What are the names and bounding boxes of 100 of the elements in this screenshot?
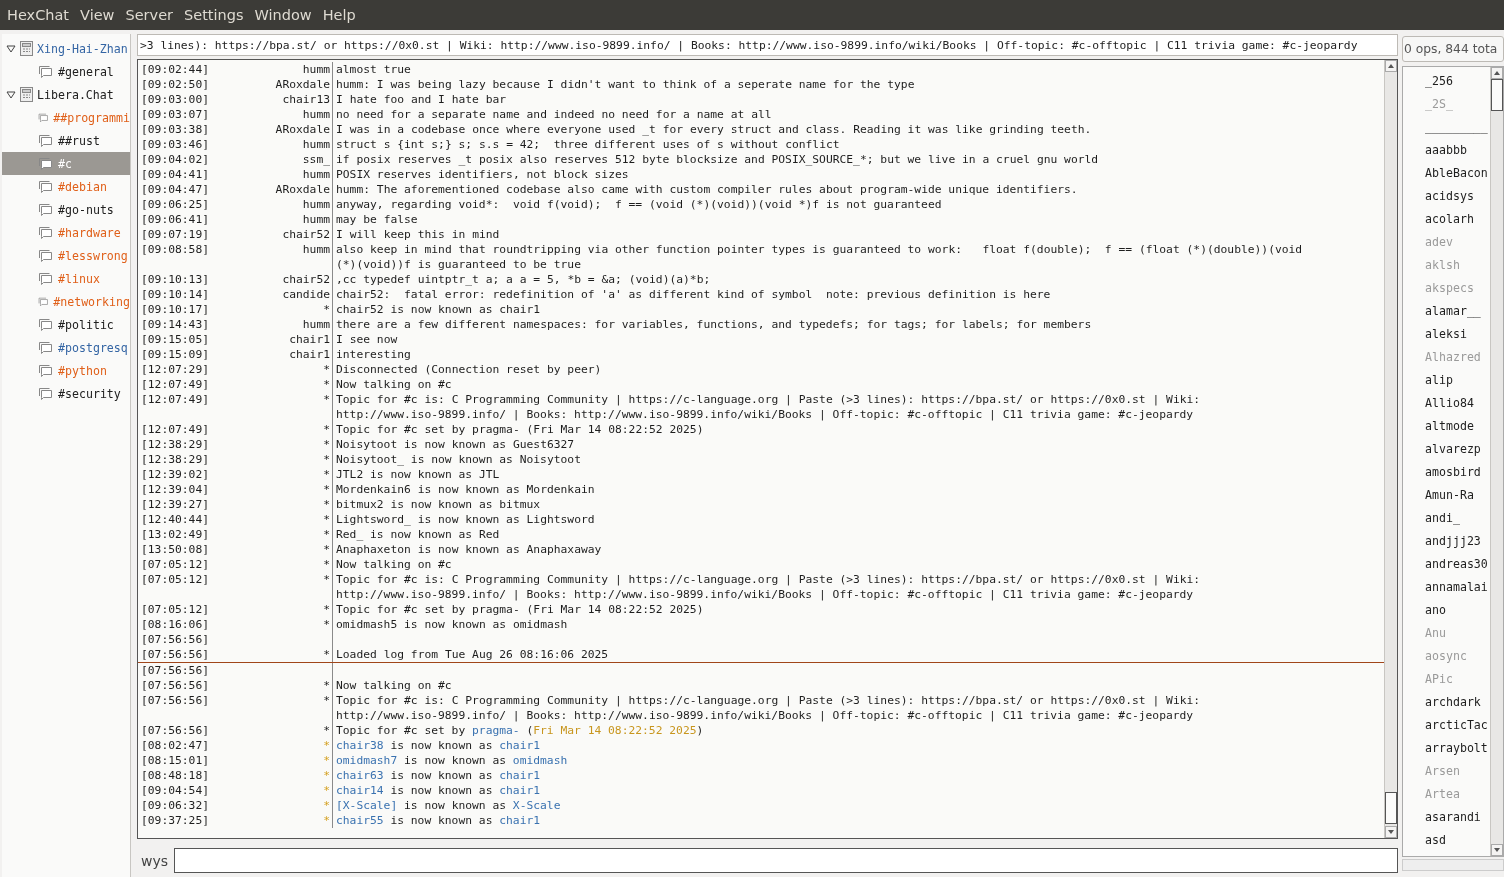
user-item[interactable]: arraybolt <box>1403 736 1490 759</box>
channel-item[interactable]: #hardware <box>2 221 130 244</box>
up-arrow-icon[interactable] <box>1388 64 1394 68</box>
user-item[interactable]: alip <box>1403 368 1490 391</box>
scrollbar[interactable] <box>1384 60 1397 838</box>
down-arrow-icon[interactable] <box>1494 848 1500 852</box>
scrollbar[interactable] <box>1490 67 1503 856</box>
scroll-thumb[interactable] <box>1491 79 1503 111</box>
user-item[interactable]: Amun-Ra <box>1403 483 1490 506</box>
user-item[interactable]: Allio84 <box>1403 391 1490 414</box>
timestamp: [07:56:56] <box>141 632 210 647</box>
message-text: chair38 is now known as chair1 <box>336 739 541 752</box>
channel-item[interactable]: #politic <box>2 313 130 336</box>
message-text: omidmash7 is now known as omidmash <box>336 754 568 767</box>
nick-text: humm <box>301 317 331 332</box>
timestamp: [09:06:25] <box>141 197 210 212</box>
user-item[interactable]: aaabbb <box>1403 138 1490 161</box>
tree-label: #python <box>58 363 107 378</box>
network-item[interactable]: Xing-Hai-Zhan <box>2 37 130 60</box>
timestamp: [09:04:47] <box>141 182 210 197</box>
user-item[interactable]: asarandi <box>1403 805 1490 828</box>
channel-item[interactable]: #lesswrong <box>2 244 130 267</box>
user-item[interactable]: andi_ <box>1403 506 1490 529</box>
nick-text: * <box>322 527 331 542</box>
chat-bubble-icon <box>38 317 54 332</box>
timestamp: [07:56:56] <box>141 663 210 678</box>
menu-item[interactable]: View <box>80 7 123 23</box>
chat-bubble-icon <box>38 363 54 378</box>
user-item[interactable]: acolarh <box>1403 207 1490 230</box>
nick-text: * <box>322 617 331 632</box>
message-text: Now talking on #c <box>336 679 452 692</box>
timestamp: [12:07:49] <box>141 422 210 437</box>
timestamp: [09:10:17] <box>141 302 210 317</box>
channel-item[interactable]: #security <box>2 382 130 405</box>
user-item[interactable]: aleksi <box>1403 322 1490 345</box>
channel-item[interactable]: #general <box>2 60 130 83</box>
menu-item[interactable]: Help <box>322 7 364 23</box>
timestamp: [12:07:49] <box>141 392 210 408</box>
expander-icon[interactable] <box>6 90 16 99</box>
user-item[interactable]: acidsys <box>1403 184 1490 207</box>
user-item[interactable]: amosbird <box>1403 460 1490 483</box>
nick-text: humm <box>301 242 331 258</box>
message-text: Now talking on #c <box>336 558 452 571</box>
topic-field[interactable]: >3 lines): https://bpa.st/ or https://0x0.st | Wiki: http://www.iso-9899.info/ | Books: http://www.iso-9899.info/wiki/Books | Off-topic: #c-offtopic | C11 trivia game: #c-jeopardy <box>137 34 1398 56</box>
channel-item[interactable]: #debian <box>2 175 130 198</box>
nick-button[interactable]: wys <box>137 852 169 869</box>
horizontal-scrollbar[interactable] <box>1402 859 1504 871</box>
nick-text: * <box>322 422 331 437</box>
timestamp: [07:05:12] <box>141 602 210 617</box>
user-item[interactable]: andreas30 <box>1403 552 1490 575</box>
server-icon <box>20 41 33 56</box>
timestamp: [09:10:13] <box>141 272 210 287</box>
user-item[interactable]: _________ <box>1403 115 1490 138</box>
timestamp: [09:08:58] <box>141 242 210 258</box>
timestamp: [12:39:04] <box>141 482 210 497</box>
message-text: Disconnected (Connection reset by peer) <box>336 363 602 376</box>
user-item[interactable]: andjjj23 <box>1403 529 1490 552</box>
chat-bubble-icon <box>38 179 54 194</box>
message-text: Noisytoot is now known as Guest6327 <box>336 438 575 451</box>
timestamp: [09:10:14] <box>141 287 210 302</box>
nick-text: * <box>322 723 331 738</box>
menu-item[interactable]: HexChat <box>7 7 78 23</box>
user-item[interactable]: arcticTac <box>1403 713 1490 736</box>
user-item[interactable]: alvarezp <box>1403 437 1490 460</box>
user-item[interactable]: archdark <box>1403 690 1490 713</box>
user-item[interactable]: annamalai <box>1403 575 1490 598</box>
scroll-thumb[interactable] <box>1385 792 1397 824</box>
message-text: I see now <box>336 333 398 346</box>
message-input[interactable] <box>174 848 1398 873</box>
timestamp: [07:56:56] <box>141 678 210 693</box>
channel-item[interactable]: #networking <box>2 290 130 313</box>
menu-item[interactable]: Settings <box>184 7 252 23</box>
timestamp: [13:50:08] <box>141 542 210 557</box>
menu-item[interactable]: Window <box>254 7 320 23</box>
tree-label: Xing-Hai-Zhan <box>37 41 128 56</box>
user-item[interactable]: ano <box>1403 598 1490 621</box>
nick-text: * <box>322 572 331 588</box>
timestamp: [09:02:50] <box>141 77 210 92</box>
timestamp: [12:07:49] <box>141 377 210 392</box>
expander-icon[interactable] <box>6 44 16 53</box>
menu-item[interactable]: Server <box>125 7 182 23</box>
user-item[interactable]: asd <box>1403 828 1490 851</box>
down-arrow-icon[interactable] <box>1388 830 1394 834</box>
channel-item[interactable]: #postgresq <box>2 336 130 359</box>
channel-item[interactable]: ##rust <box>2 129 130 152</box>
up-arrow-icon[interactable] <box>1494 71 1500 75</box>
network-item[interactable]: Libera.Chat <box>2 83 130 106</box>
timestamp: [08:16:06] <box>141 617 210 632</box>
channel-item[interactable]: #python <box>2 359 130 382</box>
user-item[interactable]: altmode <box>1403 414 1490 437</box>
user-item[interactable]: _256 <box>1403 69 1490 92</box>
nick-text: humm <box>301 62 331 77</box>
message-text: chair52 is now known as chair1 <box>336 303 541 316</box>
message-text: if posix reserves _t posix also reserves 512 byte blocksize and POSIX_SOURCE_*; but we live in a cruel gnu world <box>336 153 1099 166</box>
message-text: interesting <box>336 348 411 361</box>
channel-item[interactable]: #go-nuts <box>2 198 130 221</box>
user-item[interactable]: AbleBacon <box>1403 161 1490 184</box>
channel-item[interactable]: #linux <box>2 267 130 290</box>
user-item[interactable]: alamar__ <box>1403 299 1490 322</box>
channel-item[interactable]: ##programmi <box>2 106 130 129</box>
